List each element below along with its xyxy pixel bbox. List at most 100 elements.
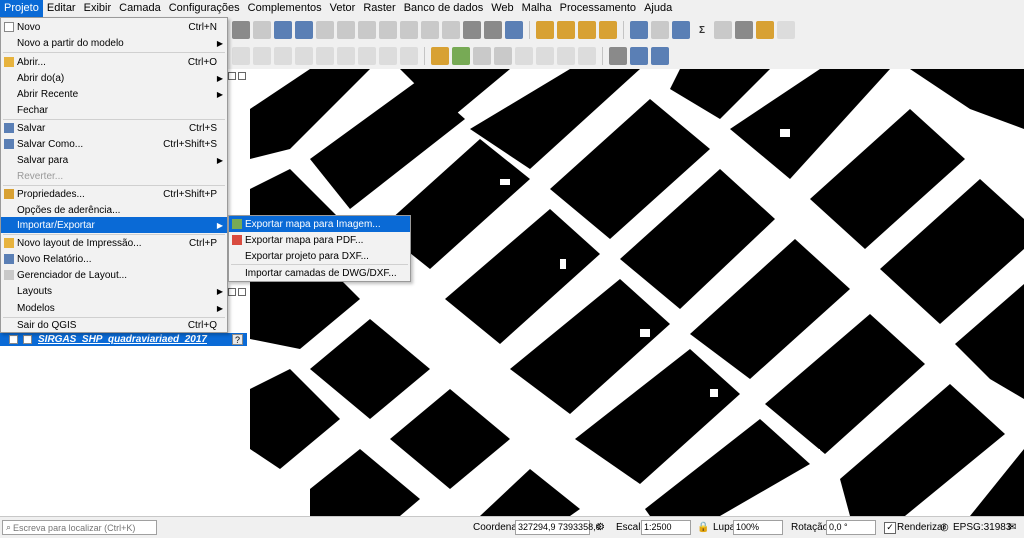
digitize-icon[interactable] [232, 47, 250, 65]
crs-label[interactable]: EPSG:31983 [953, 520, 1011, 535]
menu-configuracoes[interactable]: Configurações [165, 0, 244, 17]
python-icon[interactable] [630, 47, 648, 65]
layer-item[interactable]: SIRGAS_SHP_quadraviariaed_2017 ? [0, 333, 247, 346]
float-panel-icon[interactable] [228, 288, 236, 296]
delete-selected-icon[interactable] [295, 47, 313, 65]
menu-item-sair[interactable]: Sair do QGIS Ctrl+Q [1, 317, 227, 333]
menu-item-abrir[interactable]: Abrir... Ctrl+O [1, 54, 227, 70]
menu-item-importar-exportar[interactable]: Importar/Exportar ▶ [1, 217, 227, 233]
vertex-tool-icon[interactable] [253, 47, 271, 65]
move-label-icon[interactable] [536, 47, 554, 65]
menu-projeto[interactable]: Projeto [0, 0, 43, 17]
scale-field[interactable]: 1:2500 [641, 520, 691, 535]
zoom-native-icon[interactable] [400, 21, 418, 39]
float-panel-icon[interactable] [228, 72, 236, 80]
zoom-field[interactable]: 100% [733, 520, 783, 535]
menu-exibir[interactable]: Exibir [80, 0, 116, 17]
pin-labels-icon[interactable] [473, 47, 491, 65]
copy-features-icon[interactable] [337, 47, 355, 65]
label-abc-icon[interactable] [431, 47, 449, 65]
menu-item-fechar[interactable]: Fechar [1, 102, 227, 118]
submenu-item-exportar-dxf[interactable]: Exportar projeto para DXF... [229, 248, 410, 264]
temporal-controller-icon[interactable] [484, 21, 502, 39]
menu-item-novo-modelo[interactable]: Novo a partir do modelo ▶ [1, 35, 227, 51]
pan-map-icon[interactable] [232, 21, 250, 39]
label-properties-icon[interactable] [494, 47, 512, 65]
select-by-value-icon[interactable] [557, 21, 575, 39]
attribute-table-icon[interactable] [651, 21, 669, 39]
zoom-next-icon[interactable] [442, 21, 460, 39]
layer-visibility-checkbox[interactable] [23, 335, 32, 344]
move-feature-icon[interactable] [274, 47, 292, 65]
zoom-selection-icon[interactable] [358, 21, 376, 39]
locator-bar[interactable]: ⌕ [2, 520, 157, 535]
zoom-rubber-icon[interactable] [316, 21, 334, 39]
new-map-view-icon[interactable] [463, 21, 481, 39]
zoom-layer-icon[interactable] [379, 21, 397, 39]
menu-item-abrir-do[interactable]: Abrir do(a) ▶ [1, 70, 227, 86]
rotation-field[interactable]: 0,0 ° [826, 520, 876, 535]
menu-camada[interactable]: Camada [115, 0, 165, 17]
menu-item-salvar-como[interactable]: Salvar Como... Ctrl+Shift+S [1, 136, 227, 152]
select-features-icon[interactable] [536, 21, 554, 39]
menu-item-modelos[interactable]: Modelos ▶ [1, 300, 227, 316]
statistics-icon[interactable]: Σ [693, 21, 711, 39]
menu-malha[interactable]: Malha [518, 0, 556, 17]
menu-item-abrir-recente[interactable]: Abrir Recente ▶ [1, 86, 227, 102]
menu-item-salvar[interactable]: Salvar Ctrl+S [1, 120, 227, 136]
messages-icon[interactable]: ✉ [1008, 520, 1016, 535]
toolbox-icon[interactable] [672, 21, 690, 39]
deselect-all-icon[interactable] [578, 21, 596, 39]
menu-web[interactable]: Web [487, 0, 517, 17]
select-location-icon[interactable] [599, 21, 617, 39]
submenu-item-importar-dwg[interactable]: Importar camadas de DWG/DXF... [229, 265, 410, 281]
pan-to-selection-icon[interactable] [253, 21, 271, 39]
cut-features-icon[interactable] [316, 47, 334, 65]
undo-icon[interactable] [379, 47, 397, 65]
paste-features-icon[interactable] [358, 47, 376, 65]
menu-item-propriedades[interactable]: Propriedades... Ctrl+Shift+P [1, 186, 227, 202]
map-canvas[interactable] [250, 69, 1024, 516]
georeferencer-icon[interactable] [609, 47, 627, 65]
layer-expand-icon[interactable] [9, 335, 18, 344]
menu-complementos[interactable]: Complementos [244, 0, 326, 17]
close-panel-icon[interactable] [238, 288, 246, 296]
submenu-item-exportar-imagem[interactable]: Exportar mapa para Imagem... [229, 216, 410, 232]
menu-item-novo-relatorio[interactable]: Novo Relatório... [1, 251, 227, 267]
diagram-icon[interactable] [452, 47, 470, 65]
menu-vetor[interactable]: Vetor [326, 0, 360, 17]
zoom-out-icon[interactable] [295, 21, 313, 39]
menu-ajuda[interactable]: Ajuda [640, 0, 676, 17]
crs-globe-icon[interactable]: ◎ [940, 520, 949, 535]
locator-search-input[interactable] [11, 522, 149, 533]
toggle-extents-icon[interactable]: ⚙ [596, 520, 605, 535]
zoom-in-icon[interactable] [274, 21, 292, 39]
menu-item-salvar-para[interactable]: Salvar para ▶ [1, 152, 227, 168]
refresh-icon[interactable] [505, 21, 523, 39]
identify-icon[interactable] [630, 21, 648, 39]
redo-icon[interactable] [400, 47, 418, 65]
zoom-last-icon[interactable] [421, 21, 439, 39]
menu-item-novo[interactable]: Novo Ctrl+N [1, 19, 227, 35]
render-checkbox[interactable]: ✓ [884, 522, 896, 534]
zoom-full-icon[interactable] [337, 21, 355, 39]
menu-item-layouts[interactable]: Layouts ▶ [1, 283, 227, 299]
menu-editar[interactable]: Editar [43, 0, 80, 17]
close-panel-icon[interactable] [238, 72, 246, 80]
show-hide-labels-icon[interactable] [515, 47, 533, 65]
menu-item-opcoes-aderencia[interactable]: Opções de aderência... [1, 202, 227, 218]
menu-item-gerenciador-layout[interactable]: Gerenciador de Layout... [1, 267, 227, 283]
locator-search-icon[interactable] [777, 21, 795, 39]
change-label-icon[interactable] [578, 47, 596, 65]
layer-warning-icon[interactable]: ? [232, 334, 243, 345]
menu-processamento[interactable]: Processamento [556, 0, 640, 17]
menu-raster[interactable]: Raster [359, 0, 399, 17]
lock-scale-icon[interactable]: 🔒 [697, 520, 709, 535]
rotate-label-icon[interactable] [557, 47, 575, 65]
map-tips-icon[interactable] [756, 21, 774, 39]
help-icon[interactable] [651, 47, 669, 65]
submenu-item-exportar-pdf[interactable]: Exportar mapa para PDF... [229, 232, 410, 248]
open-field-calculator-icon[interactable] [714, 21, 732, 39]
coordinate-field[interactable]: 327294,9 7393358,0 [515, 520, 601, 535]
measure-icon[interactable] [735, 21, 753, 39]
